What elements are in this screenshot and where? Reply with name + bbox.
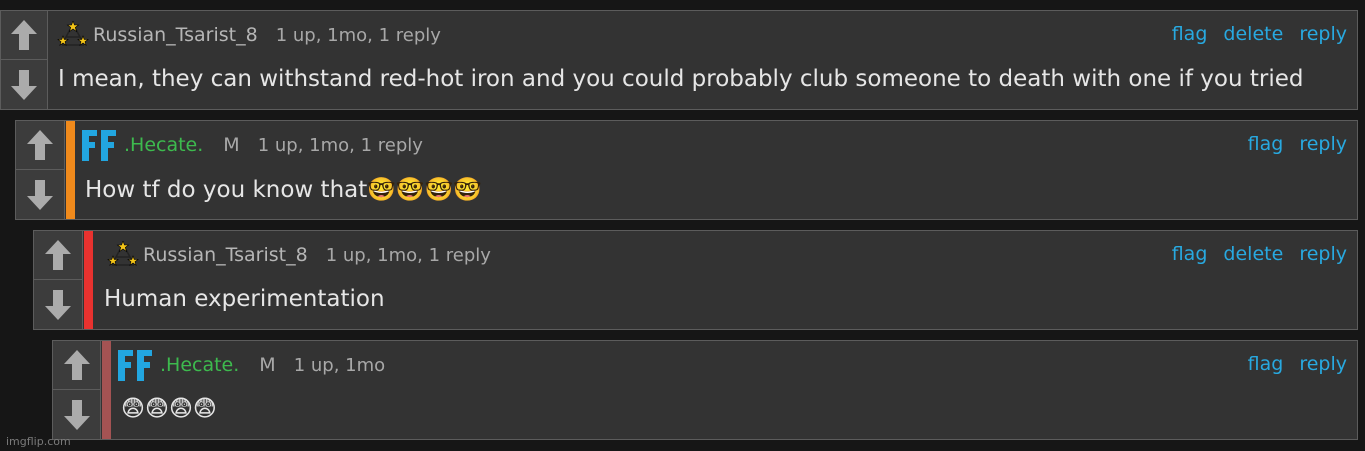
ff-logo-icon[interactable] <box>80 128 120 162</box>
comment-text: I mean, they can withstand red-hot iron … <box>58 66 1304 92</box>
comment-meta: 1 up, 1mo, 1 reply <box>275 24 441 46</box>
vote-column <box>34 231 83 329</box>
arrow-down-icon <box>11 69 37 100</box>
delete-link[interactable]: delete <box>1223 243 1283 265</box>
arrow-up-icon <box>45 240 71 270</box>
vote-column <box>16 121 65 219</box>
downvote-button[interactable] <box>1 60 47 109</box>
comment-text: How tf do you know that🤓🤓🤓🤓 <box>85 177 482 203</box>
vote-column <box>1 11 48 109</box>
ff-logo-icon[interactable] <box>116 348 156 382</box>
reply-link[interactable]: reply <box>1299 23 1347 45</box>
mod-badge: M <box>259 354 276 376</box>
comment: .Hecate. M 1 up, 1mo flag reply 😨😨😨😨 <box>52 340 1358 440</box>
comment-text: 😨😨😨😨 <box>121 396 217 422</box>
upvote-button[interactable] <box>1 11 47 60</box>
tsar-stars-icon[interactable] <box>57 21 89 49</box>
downvote-button[interactable] <box>34 280 82 329</box>
comment-header: .Hecate. M 1 up, 1mo <box>116 348 386 382</box>
comment: .Hecate. M 1 up, 1mo, 1 reply flag reply… <box>15 120 1358 220</box>
vote-column <box>53 341 101 439</box>
reply-depth-bar <box>102 341 111 439</box>
comment-meta: 1 up, 1mo, 1 reply <box>257 134 423 156</box>
reply-depth-bar <box>84 231 93 329</box>
reply-depth-bar <box>66 121 75 219</box>
username[interactable]: .Hecate. <box>124 134 203 156</box>
mod-badge: M <box>223 134 240 156</box>
reply-link[interactable]: reply <box>1299 243 1347 265</box>
downvote-button[interactable] <box>16 170 64 219</box>
arrow-down-icon <box>45 289 71 320</box>
arrow-up-icon <box>27 130 53 160</box>
flag-link[interactable]: flag <box>1248 133 1284 155</box>
comment-actions: flag reply <box>1238 133 1347 155</box>
username[interactable]: Russian_Tsarist_8 <box>93 24 258 46</box>
reply-link[interactable]: reply <box>1299 353 1347 375</box>
comment: Russian_Tsarist_8 1 up, 1mo, 1 reply fla… <box>0 10 1358 110</box>
arrow-up-icon <box>11 20 37 50</box>
imgflip-watermark: imgflip.com <box>6 435 71 448</box>
comment-header: Russian_Tsarist_8 1 up, 1mo, 1 reply <box>57 20 441 50</box>
upvote-button[interactable] <box>16 121 64 170</box>
flag-link[interactable]: flag <box>1172 243 1208 265</box>
comment-header: Russian_Tsarist_8 1 up, 1mo, 1 reply <box>107 240 491 270</box>
flag-link[interactable]: flag <box>1248 353 1284 375</box>
arrow-down-icon <box>63 399 90 430</box>
comment-header: .Hecate. M 1 up, 1mo, 1 reply <box>80 128 423 162</box>
comment-meta: 1 up, 1mo <box>293 354 386 376</box>
upvote-button[interactable] <box>53 341 100 390</box>
reply-link[interactable]: reply <box>1299 133 1347 155</box>
comment: Russian_Tsarist_8 1 up, 1mo, 1 reply fla… <box>33 230 1358 330</box>
username[interactable]: Russian_Tsarist_8 <box>143 244 308 266</box>
comment-actions: flag reply <box>1238 353 1347 375</box>
upvote-button[interactable] <box>34 231 82 280</box>
arrow-down-icon <box>27 179 53 210</box>
comment-actions: flag delete reply <box>1162 23 1347 45</box>
arrow-up-icon <box>63 350 90 380</box>
downvote-button[interactable] <box>53 390 100 439</box>
comment-meta: 1 up, 1mo, 1 reply <box>325 244 491 266</box>
flag-link[interactable]: flag <box>1172 23 1208 45</box>
tsar-stars-icon[interactable] <box>107 241 139 269</box>
comment-text: Human experimentation <box>104 286 385 312</box>
username[interactable]: .Hecate. <box>160 354 239 376</box>
comment-actions: flag delete reply <box>1162 243 1347 265</box>
delete-link[interactable]: delete <box>1223 23 1283 45</box>
